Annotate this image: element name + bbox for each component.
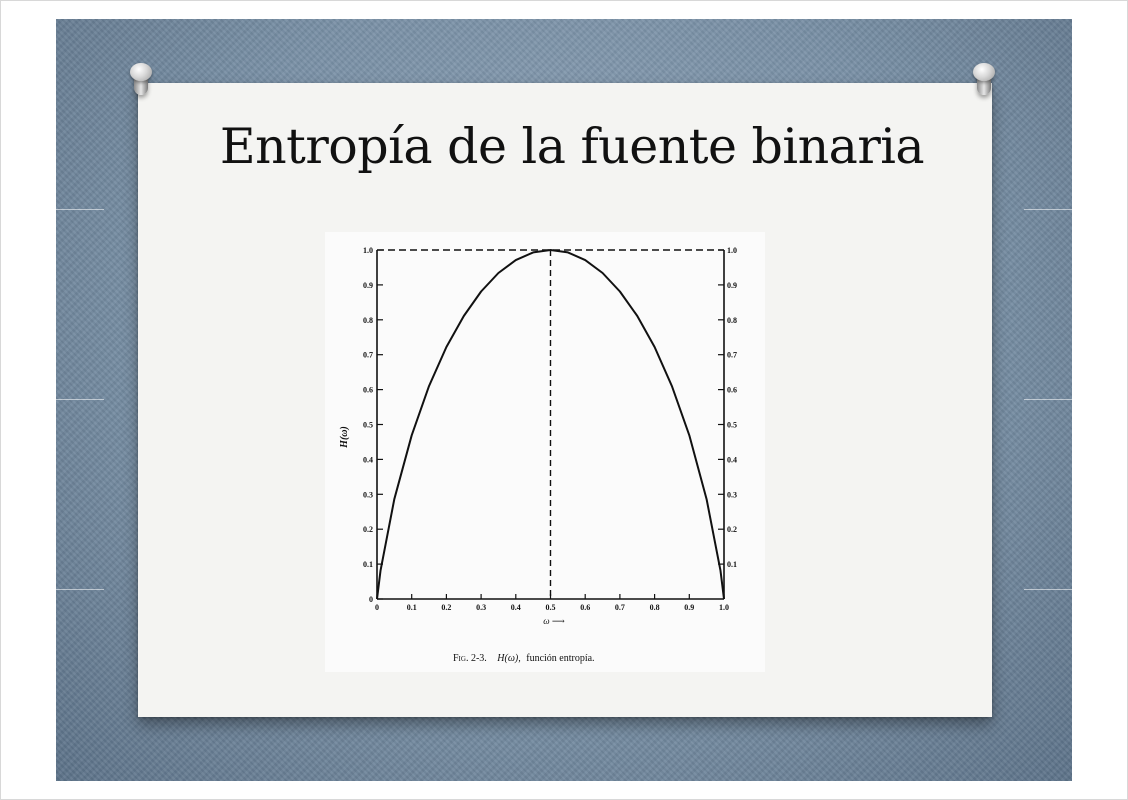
figure-caption: Fig. 2-3. H(ω), función entropía. — [453, 653, 595, 664]
y-right-tick-label: 0.7 — [727, 351, 737, 360]
x-tick-label: 1.0 — [719, 603, 729, 612]
y-right-tick-label: 0.1 — [727, 560, 737, 569]
y-tick-label: 0.5 — [363, 421, 373, 430]
y-right-tick-label: 0.2 — [727, 525, 737, 534]
slide-guide-mark — [56, 399, 104, 400]
y-right-tick-label: 0.4 — [727, 455, 737, 464]
x-tick-label: 0 — [375, 603, 379, 612]
x-tick-label: 0.1 — [407, 603, 417, 612]
x-tick-label: 0.3 — [476, 603, 486, 612]
x-tick-label: 0.7 — [615, 603, 625, 612]
entropy-figure: 0 0.1 0.2 0.3 0.4 0.5 0.6 0.7 0.8 0.9 1.0 0 0.1 0.2 0.… — [325, 232, 765, 672]
y-right-tick-label: 0.9 — [727, 281, 737, 290]
slide-guide-mark — [56, 589, 104, 590]
y-tick-label: 0.1 — [363, 560, 373, 569]
slide-guide-mark — [1024, 209, 1072, 210]
y-tick-label: 0.2 — [363, 525, 373, 534]
y-tick-label: 0.9 — [363, 281, 373, 290]
reference-lines — [377, 249, 724, 599]
x-axis-label: ω ⟶ — [543, 616, 565, 626]
caption-text: función entropía. — [526, 653, 594, 664]
y-right-tick-label: 0.6 — [727, 386, 737, 395]
slide-guide-mark — [56, 209, 104, 210]
y-tick-label: 0.3 — [363, 490, 373, 499]
y-right-tick-label: 1.0 — [727, 246, 737, 255]
y-right-tick-label: 0.5 — [727, 421, 737, 430]
y-tick-label: 0.6 — [363, 386, 373, 395]
pushpin-icon — [969, 63, 999, 99]
x-tick-label: 0.4 — [511, 603, 521, 612]
y-tick-label: 0 — [369, 595, 373, 604]
x-tick-label: 0.8 — [650, 603, 660, 612]
y-axis-label: H(ω) — [339, 426, 350, 449]
x-tick-label: 0.6 — [580, 603, 590, 612]
y-tick-label: 0.8 — [363, 316, 373, 325]
caption-symbol: H(ω), — [496, 653, 520, 664]
x-tick-label: 0.9 — [684, 603, 694, 612]
x-tick-label: 0.5 — [546, 603, 556, 612]
slide-guide-mark — [1024, 399, 1072, 400]
y-tick-label: 0.7 — [363, 351, 373, 360]
y-tick-label: 1.0 — [363, 246, 373, 255]
caption-fig-number: Fig. 2-3. — [453, 653, 487, 664]
entropy-chart: 0 0.1 0.2 0.3 0.4 0.5 0.6 0.7 0.8 0.9 1.0 0 0.1 0.2 0.… — [339, 246, 737, 664]
y-tick-label: 0.4 — [363, 455, 373, 464]
slide-guide-mark — [1024, 589, 1072, 590]
y-right-tick-label: 0.3 — [727, 490, 737, 499]
y-right-tick-label: 0.8 — [727, 316, 737, 325]
x-tick-label: 0.2 — [441, 603, 451, 612]
pushpin-icon — [126, 63, 156, 99]
slide-title: Entropía de la fuente binaria — [219, 118, 925, 175]
